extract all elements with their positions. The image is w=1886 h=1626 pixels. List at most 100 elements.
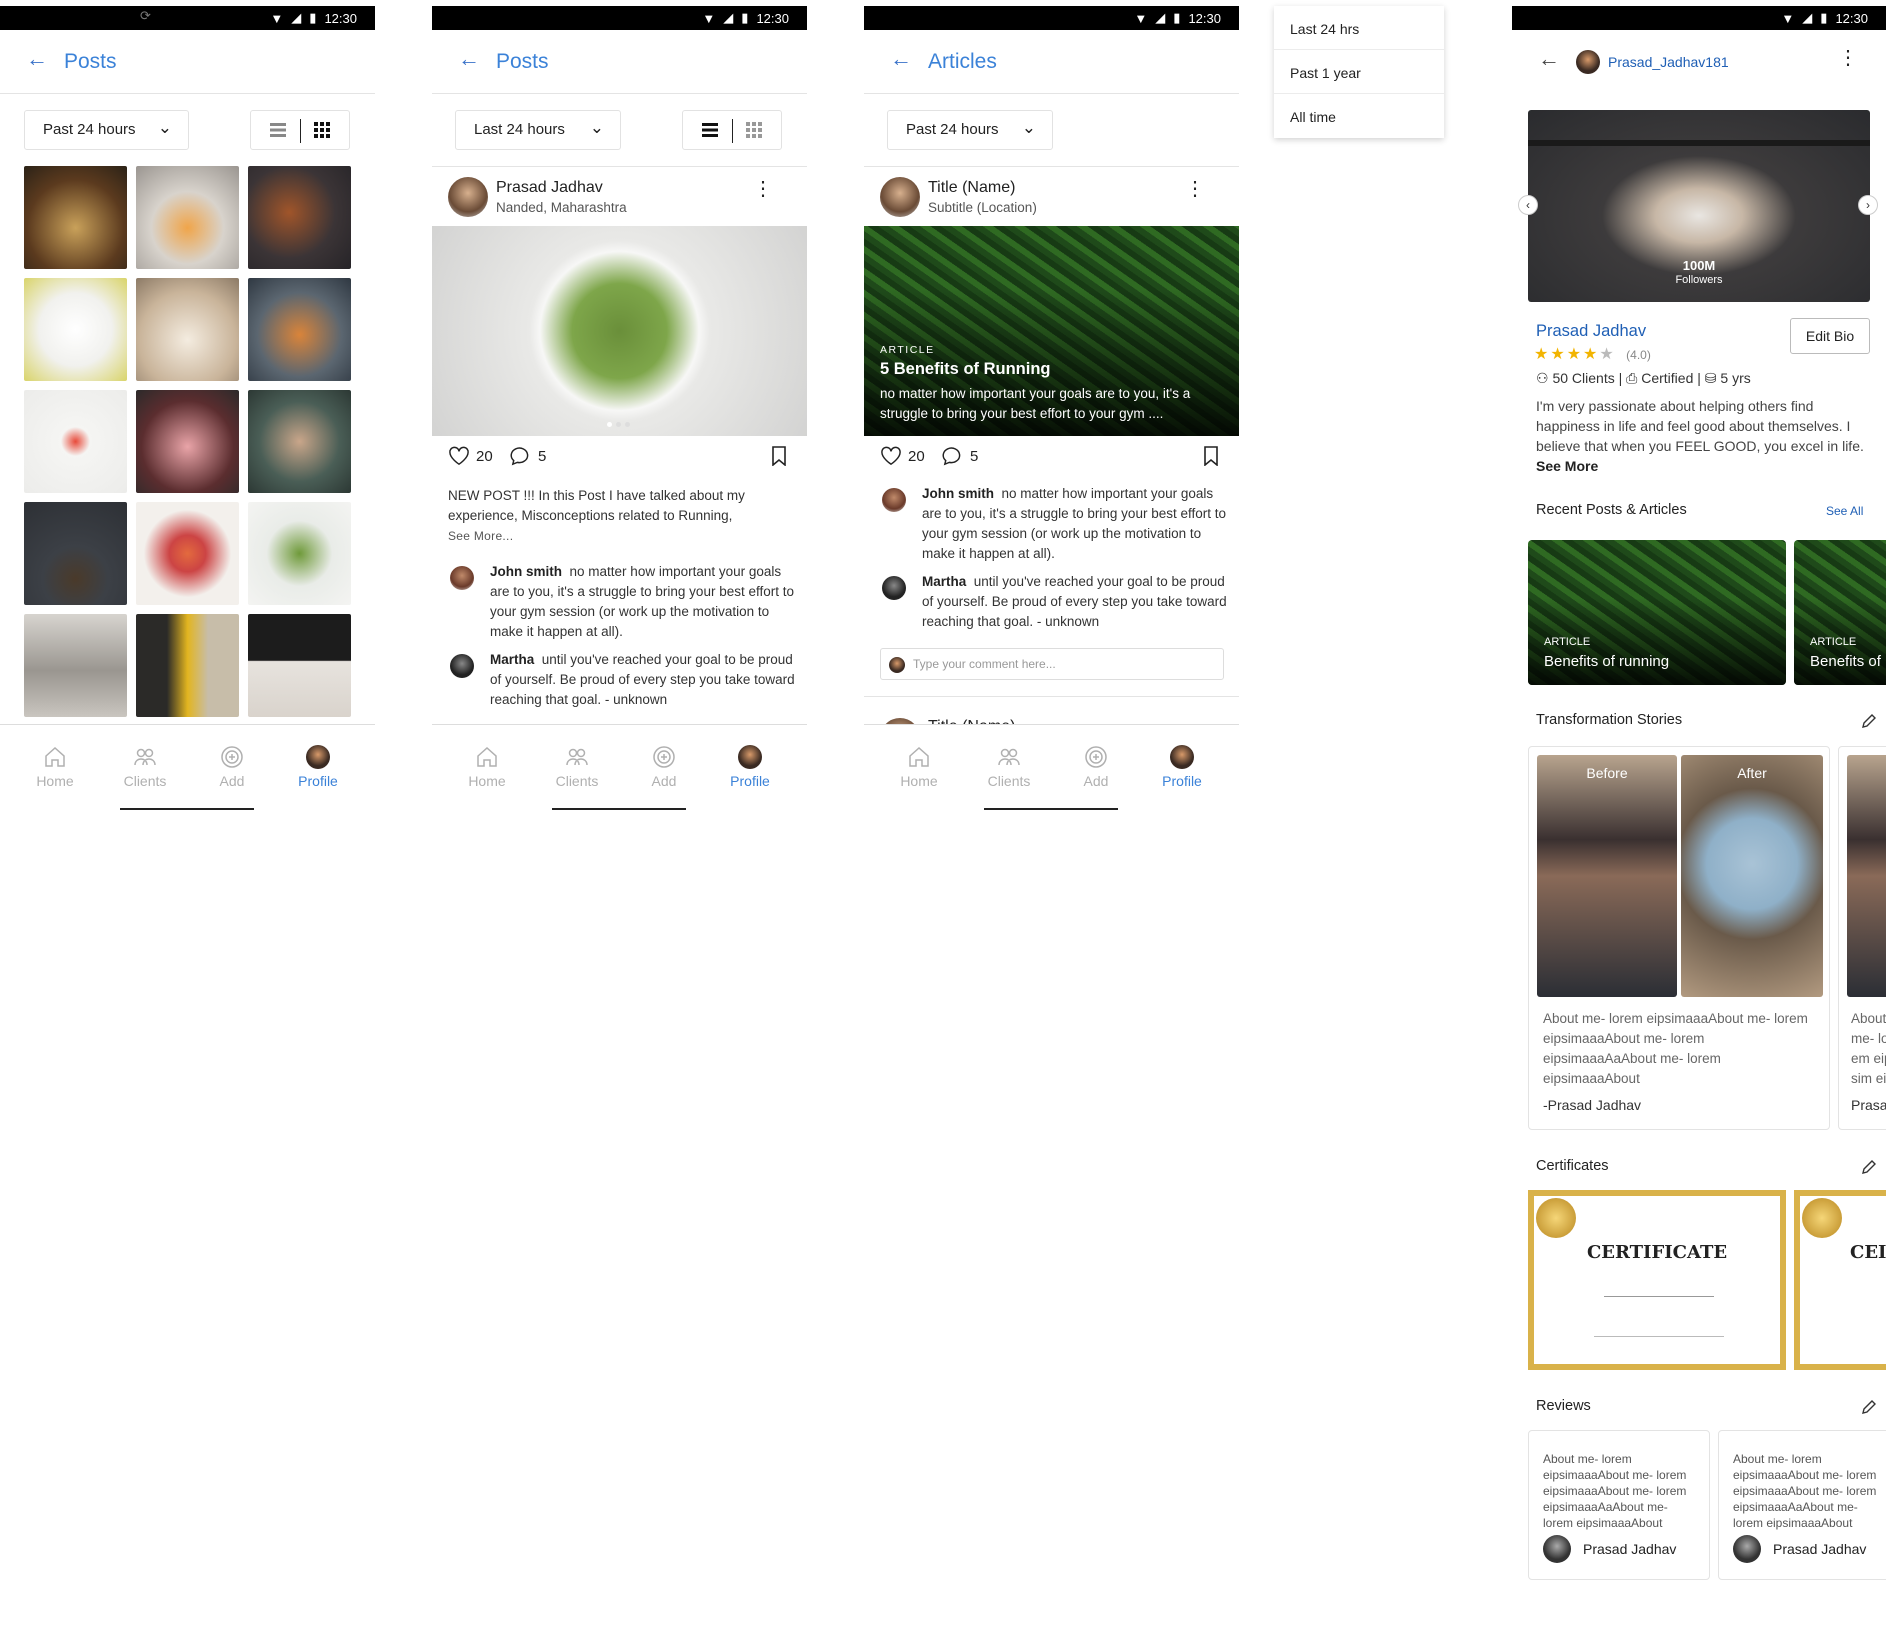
post-thumbnail[interactable] <box>248 278 351 381</box>
article-headline[interactable]: 5 Benefits of Running <box>880 360 1051 379</box>
time-filter-select[interactable]: Last 24 hours ⌄ <box>455 110 621 150</box>
time-filter-select[interactable]: Past 24 hours ⌄ <box>24 110 189 150</box>
reviewer-avatar <box>1543 1535 1571 1563</box>
back-arrow-icon[interactable]: ← <box>1538 48 1560 70</box>
post-thumbnail[interactable] <box>24 390 127 493</box>
author-avatar[interactable] <box>880 177 920 217</box>
nav-clients[interactable]: Clients <box>115 745 175 789</box>
post-thumbnail[interactable] <box>248 390 351 493</box>
see-more-link[interactable]: See More... <box>448 529 513 543</box>
comment-text: John smith no matter how important your … <box>490 562 800 642</box>
post-thumbnail[interactable] <box>136 390 239 493</box>
like-button[interactable]: 20 <box>880 446 925 466</box>
list-view-icon[interactable] <box>701 121 719 139</box>
nav-home[interactable]: Home <box>457 745 517 789</box>
more-options-icon[interactable]: ⋮ <box>1185 179 1205 199</box>
dropdown-option[interactable]: Past 1 year <box>1274 50 1444 94</box>
commenter-name[interactable]: John smith <box>490 564 562 579</box>
dropdown-option[interactable]: All time <box>1274 94 1444 138</box>
commenter-avatar[interactable] <box>882 488 906 512</box>
author-avatar[interactable] <box>448 177 488 217</box>
back-arrow-icon[interactable]: ← <box>26 48 48 70</box>
post-thumbnail[interactable] <box>136 502 239 605</box>
screen-posts-list: ▼ ◢ ▮ 12:30 ← Posts Last 24 hours ⌄ Pras… <box>432 0 807 830</box>
screen-posts-grid: ⟳ ▼ ◢ ▮ 12:30 ← Posts Past 24 hours ⌄ Ho… <box>0 0 375 830</box>
commenter-avatar[interactable] <box>450 654 474 678</box>
after-photo: After <box>1681 755 1823 997</box>
like-button[interactable]: 20 <box>448 446 493 466</box>
commenter-avatar[interactable] <box>882 576 906 600</box>
post-thumbnail[interactable] <box>248 614 351 717</box>
reviews-title: Reviews <box>1536 1398 1591 1414</box>
dropdown-option[interactable]: Last 24 hrs <box>1274 6 1444 50</box>
comment-input[interactable]: Type your comment here... <box>880 648 1224 680</box>
edit-pencil-icon[interactable] <box>1860 1158 1878 1176</box>
bookmark-icon[interactable] <box>771 446 787 466</box>
more-options-icon[interactable]: ⋮ <box>753 179 773 199</box>
nav-home[interactable]: Home <box>25 745 85 789</box>
profile-cover[interactable]: 100M Followers <box>1528 110 1870 302</box>
recent-article-card[interactable]: ARTICLE Benefits of <box>1794 540 1886 685</box>
recent-article-card[interactable]: ARTICLE Benefits of running <box>1528 540 1786 685</box>
certificate-card[interactable]: CEI <box>1794 1190 1886 1370</box>
commenter-name[interactable]: John smith <box>922 486 994 501</box>
comment-button[interactable]: 5 <box>942 446 978 466</box>
carousel-dots[interactable] <box>607 422 630 427</box>
review-card[interactable]: About me- lorem eipsimaaaAbout me- lorem… <box>1528 1430 1710 1580</box>
edit-pencil-icon[interactable] <box>1860 712 1878 730</box>
post-image[interactable] <box>432 226 807 436</box>
nav-profile[interactable]: Profile <box>1152 745 1212 789</box>
post-thumbnail[interactable] <box>24 502 127 605</box>
carousel-dot[interactable] <box>625 422 630 427</box>
author-location: Subtitle (Location) <box>928 200 1037 215</box>
carousel-next-icon[interactable]: › <box>1858 195 1878 215</box>
post-thumbnail[interactable] <box>136 614 239 717</box>
post-thumbnail[interactable] <box>136 278 239 381</box>
list-view-icon[interactable] <box>269 121 287 139</box>
author-name[interactable]: Prasad Jadhav <box>496 179 603 197</box>
bio-see-more-link[interactable]: See More <box>1536 458 1598 474</box>
nav-clients[interactable]: Clients <box>547 745 607 789</box>
carousel-prev-icon[interactable]: ‹ <box>1518 195 1538 215</box>
edit-pencil-icon[interactable] <box>1860 1398 1878 1416</box>
grid-view-icon[interactable] <box>313 121 331 139</box>
post-thumbnail[interactable] <box>136 166 239 269</box>
post-thumbnail[interactable] <box>24 166 127 269</box>
sync-icon: ⟳ <box>140 8 151 23</box>
profile-avatar[interactable] <box>1576 50 1600 74</box>
more-options-icon[interactable]: ⋮ <box>1838 48 1858 68</box>
certificate-card[interactable]: CERTIFICATE <box>1528 1190 1786 1370</box>
time-filter-select[interactable]: Past 24 hours ⌄ <box>887 110 1053 150</box>
review-card[interactable]: About me- lorem eipsimaaaAbout me- lorem… <box>1718 1430 1886 1580</box>
edit-bio-button[interactable]: Edit Bio <box>1790 318 1870 354</box>
post-thumbnail[interactable] <box>248 502 351 605</box>
author-name[interactable]: Title (Name) <box>928 179 1015 197</box>
bookmark-icon[interactable] <box>1203 446 1219 466</box>
commenter-name[interactable]: Martha <box>922 574 966 589</box>
nav-add[interactable]: Add <box>202 745 262 789</box>
nav-add[interactable]: Add <box>634 745 694 789</box>
carousel-dot[interactable] <box>616 422 621 427</box>
nav-home[interactable]: Home <box>889 745 949 789</box>
commenter-avatar[interactable] <box>450 566 474 590</box>
grid-view-icon[interactable] <box>745 121 763 139</box>
nav-clients[interactable]: Clients <box>979 745 1039 789</box>
back-arrow-icon[interactable]: ← <box>890 48 912 70</box>
home-indicator <box>984 808 1118 810</box>
back-arrow-icon[interactable]: ← <box>458 48 480 70</box>
carousel-dot[interactable] <box>607 422 612 427</box>
see-all-link[interactable]: See All <box>1826 504 1863 518</box>
nav-add[interactable]: Add <box>1066 745 1126 789</box>
comment-button[interactable]: 5 <box>510 446 546 466</box>
post-actions: 20 5 <box>432 438 807 474</box>
transformation-card[interactable]: Before After About me- lorem eipsimaaaAb… <box>1528 746 1830 1130</box>
nav-profile[interactable]: Profile <box>720 745 780 789</box>
post-thumbnail[interactable] <box>24 614 127 717</box>
post-thumbnail[interactable] <box>248 166 351 269</box>
clients-count: 50 Clients <box>1552 370 1615 386</box>
nav-profile[interactable]: Profile <box>288 745 348 789</box>
commenter-name[interactable]: Martha <box>490 652 534 667</box>
post-thumbnail[interactable] <box>24 278 127 381</box>
transformation-card[interactable]: About me- lorem eipsim eipsim Prasa <box>1838 746 1886 1130</box>
article-cover[interactable]: ARTICLE 5 Benefits of Running no matter … <box>864 226 1239 436</box>
